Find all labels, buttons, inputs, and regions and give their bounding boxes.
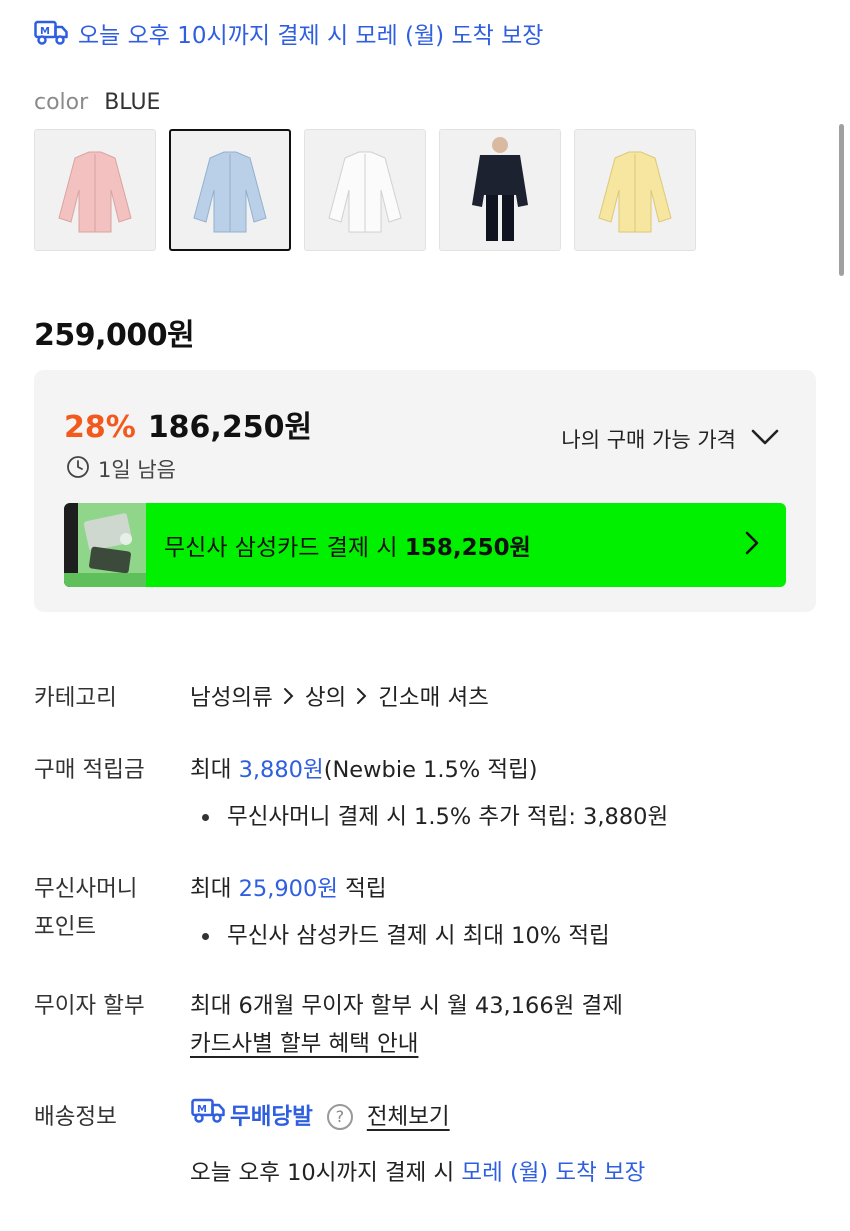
chevron-right-icon	[356, 680, 368, 718]
installment-text: 최대 6개월 무이자 할부 시 월 43,166원 결제	[190, 993, 623, 1019]
money-points-label: 무신사머니 포인트	[34, 870, 184, 946]
help-icon[interactable]: ?	[326, 1104, 353, 1130]
truck-icon: M	[190, 1098, 226, 1136]
money-points-label-line2: 포인트	[34, 914, 97, 940]
money-max-suffix: 적립	[338, 876, 387, 902]
money-points-content: 최대 25,900원 적립 무신사 삼성카드 결제 시 최대 10% 적립	[190, 870, 610, 955]
purchase-points-label: 구매 적립금	[34, 757, 145, 783]
truck-icon: M	[34, 20, 68, 46]
chevron-right-icon	[744, 530, 760, 560]
breadcrumb-item[interactable]: 긴소매 셔츠	[378, 685, 489, 711]
swatch-navy[interactable]	[439, 129, 561, 251]
money-bullet: 무신사 삼성카드 결제 시 최대 10% 적립	[227, 923, 610, 949]
card-discount-text: 무신사 삼성카드 결제 시 158,250원	[164, 528, 744, 562]
swatch-white[interactable]	[304, 129, 426, 251]
chevron-down-icon	[750, 427, 780, 452]
points-max-value: 3,880원	[238, 757, 324, 783]
shipping-note-prefix: 오늘 오후 10시까지 결제 시	[190, 1160, 462, 1186]
original-price: 259,000원	[34, 318, 195, 353]
color-value: BLUE	[104, 90, 161, 115]
swatch-pink[interactable]	[34, 129, 156, 251]
shipping-note-highlight: 모레 (월) 도착 보장	[461, 1160, 646, 1186]
color-swatches	[34, 129, 696, 251]
timer-text: 1일 남음	[98, 458, 176, 482]
delivery-guarantee-text: 오늘 오후 10시까지 결제 시 모레 (월) 도착 보장	[78, 23, 544, 49]
installment-label: 무이자 할부	[34, 993, 145, 1019]
free-shipping-badge-text: 무배당발	[230, 1104, 313, 1130]
card-discount-price: 158,250원	[404, 535, 531, 561]
points-max-prefix: 최대	[190, 757, 239, 783]
free-shipping-badge: M 무배당발	[190, 1098, 313, 1136]
breadcrumb-item[interactable]: 남성의류	[190, 685, 273, 711]
card-promo-image	[64, 503, 146, 587]
sale-price: 186,250원	[147, 410, 313, 445]
bullet-dot	[202, 813, 209, 821]
bullet-dot	[202, 932, 209, 940]
scrollbar[interactable]	[839, 124, 844, 276]
points-bullet: 무신사머니 결제 시 1.5% 추가 적립: 3,880원	[227, 804, 669, 830]
sale-timer: 1일 남음	[66, 454, 176, 484]
installment-content: 최대 6개월 무이자 할부 시 월 43,166원 결제 카드사별 할부 혜택 …	[190, 987, 623, 1063]
shipping-view-all-link[interactable]: 전체보기	[367, 1098, 450, 1136]
price-box: 28% 186,250원 1일 남음 나의 구매 가능 가격 무신사 삼성카드 …	[34, 370, 816, 612]
delivery-guarantee-banner: M 오늘 오후 10시까지 결제 시 모레 (월) 도착 보장	[34, 16, 543, 50]
breadcrumb-item[interactable]: 상의	[305, 685, 346, 711]
breadcrumb: 남성의류 상의 긴소매 셔츠	[190, 679, 489, 718]
points-max-suffix: (Newbie 1.5% 적립)	[323, 757, 538, 783]
my-price-toggle[interactable]: 나의 구매 가능 가격	[561, 424, 780, 454]
discount-rate: 28%	[64, 410, 136, 445]
swatch-blue[interactable]	[169, 129, 291, 251]
swatch-yellow[interactable]	[574, 129, 696, 251]
installment-info-link[interactable]: 카드사별 할부 혜택 안내	[190, 1025, 623, 1063]
shipping-label: 배송정보	[34, 1104, 117, 1130]
money-max-prefix: 최대	[190, 876, 239, 902]
color-label: color	[34, 90, 89, 115]
clock-icon	[66, 455, 90, 484]
chevron-right-icon	[283, 680, 295, 718]
color-selector-label: color BLUE	[34, 90, 160, 115]
category-label: 카테고리	[34, 685, 117, 711]
svg-text:M: M	[40, 26, 50, 37]
card-discount-label: 무신사 삼성카드 결제 시	[164, 535, 405, 561]
sale-price-line: 28% 186,250원	[64, 402, 312, 446]
svg-text:M: M	[197, 1104, 207, 1115]
shipping-content: M 무배당발 ? 전체보기 오늘 오후 10시까지 결제 시 모레 (월) 도착…	[190, 1098, 645, 1192]
money-points-label-line1: 무신사머니	[34, 876, 138, 902]
card-discount-banner[interactable]: 무신사 삼성카드 결제 시 158,250원	[64, 503, 786, 587]
money-max-value: 25,900원	[238, 876, 338, 902]
purchase-points-content: 최대 3,880원(Newbie 1.5% 적립) 무신사머니 결제 시 1.5…	[190, 751, 668, 836]
my-price-label: 나의 구매 가능 가격	[561, 428, 736, 452]
